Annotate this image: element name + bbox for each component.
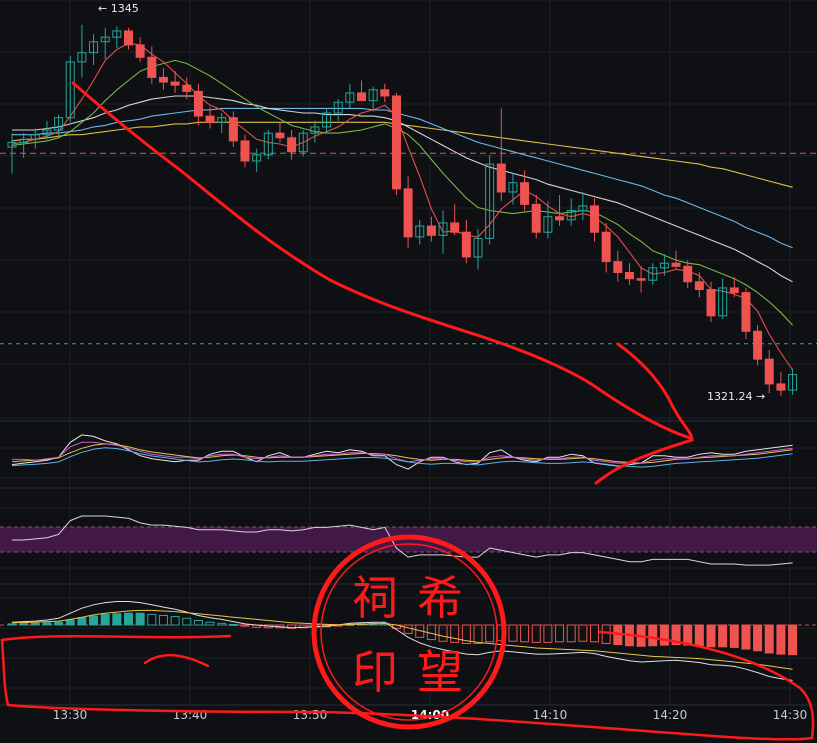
macd-bar-11 — [135, 612, 145, 626]
candle-body-52 — [613, 261, 623, 273]
candle-body-15 — [182, 84, 192, 92]
candle-body-38 — [450, 222, 460, 233]
high-price-label: ← 1345 — [98, 2, 139, 15]
candle-body-17 — [205, 115, 215, 123]
candle-body-19 — [228, 117, 238, 142]
low-price-label: 1321.24 → — [707, 390, 765, 403]
candle-body-62 — [729, 287, 739, 294]
macd-bar-6 — [77, 617, 87, 626]
candle-body-13 — [158, 76, 168, 83]
candle-body-63 — [741, 292, 751, 332]
candlestick-chart[interactable]: 13:30 13:40 13:50 14:00 14:10 14:20 14:30 ← 13… — [0, 0, 817, 743]
macd-bar-19 — [228, 623, 238, 626]
x-tick-label-2: 13:50 — [293, 708, 328, 722]
candle-body-39 — [461, 231, 471, 258]
candle-body-20 — [240, 140, 250, 162]
macd-bar-9 — [112, 613, 122, 626]
stamp-char-1: 希 — [417, 571, 463, 625]
candle-body-65 — [764, 358, 774, 385]
candle-body-33 — [391, 95, 401, 190]
candle-body-11 — [135, 44, 145, 58]
candle-body-24 — [287, 137, 297, 153]
candle-body-12 — [147, 56, 157, 78]
candle-body-30 — [357, 92, 366, 102]
candle-body-57 — [671, 262, 681, 267]
candle-body-14 — [170, 81, 180, 86]
macd-bar-56 — [659, 624, 669, 646]
candle-body-23 — [275, 132, 285, 139]
macd-bar-0 — [7, 623, 17, 626]
macd-bar-64 — [753, 624, 763, 652]
candle-body-59 — [694, 281, 704, 291]
macd-bar-1 — [19, 623, 29, 626]
macd-bar-61 — [718, 624, 728, 648]
macd-bar-55 — [648, 624, 658, 647]
macd-bar-4 — [54, 621, 64, 626]
candle-body-36 — [426, 225, 436, 236]
candle-body-44 — [520, 182, 530, 205]
candle-body-34 — [403, 188, 413, 238]
candle-body-54 — [636, 278, 646, 281]
macd-bar-3 — [42, 622, 52, 626]
x-tick-label-5: 14:20 — [653, 708, 688, 722]
stamp-char-2: 印 — [352, 645, 398, 699]
macd-bar-63 — [741, 624, 751, 650]
candle-body-16 — [193, 90, 203, 117]
macd-bar-65 — [764, 624, 774, 654]
macd-bar-2 — [30, 622, 40, 626]
macd-bar-10 — [124, 612, 133, 626]
x-tick-label-6: 14:30 — [773, 708, 808, 722]
candle-body-42 — [496, 163, 506, 193]
macd-bar-7 — [89, 615, 99, 626]
candle-body-53 — [624, 271, 634, 280]
candle-body-64 — [753, 330, 763, 360]
x-tick-label-4: 14:10 — [533, 708, 568, 722]
stamp-char-0: 祠 — [352, 571, 398, 625]
macd-bar-8 — [100, 613, 110, 626]
stamp-char-3: 望 — [417, 645, 463, 699]
candle-body-66 — [776, 383, 786, 391]
macd-bar-5 — [65, 619, 75, 626]
chart-background — [0, 0, 817, 743]
macd-bar-66 — [776, 624, 786, 655]
candle-body-10 — [124, 30, 133, 46]
macd-bar-59 — [694, 624, 704, 647]
candle-body-47 — [555, 216, 565, 221]
candle-body-60 — [706, 289, 716, 317]
candle-body-45 — [531, 203, 541, 233]
macd-bar-62 — [729, 624, 739, 648]
macd-bar-67 — [788, 624, 798, 656]
candle-body-58 — [683, 265, 693, 283]
candle-body-50 — [590, 205, 599, 233]
candle-body-32 — [380, 89, 390, 97]
macd-bar-60 — [706, 624, 716, 648]
candle-body-51 — [601, 231, 611, 263]
